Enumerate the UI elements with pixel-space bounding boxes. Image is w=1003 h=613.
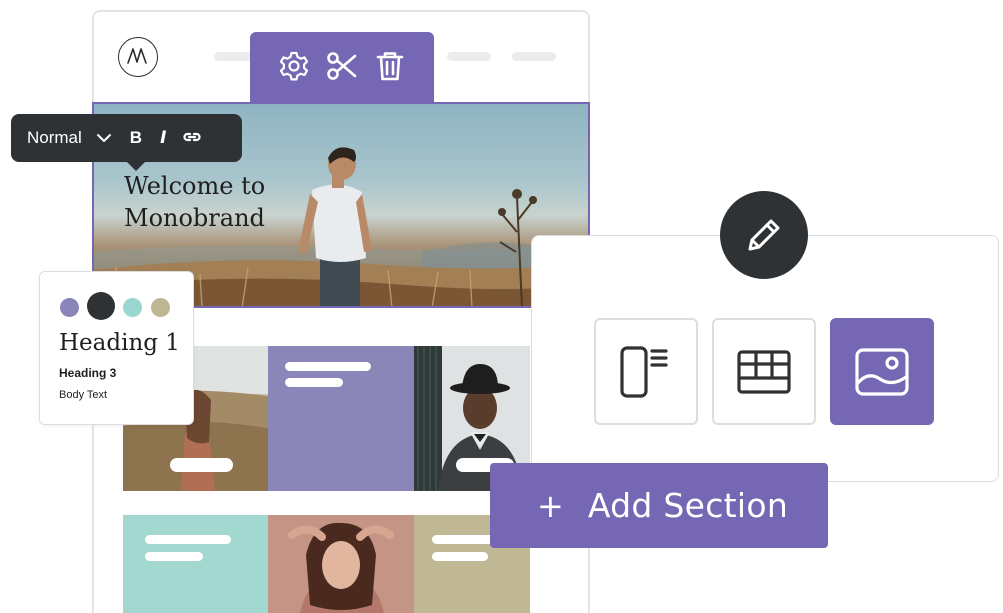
heading-1-sample[interactable]: Heading 1 [59, 330, 180, 356]
color-swatch-mint[interactable] [123, 298, 142, 317]
layout-option-image[interactable] [830, 318, 934, 425]
brand-logo [118, 37, 158, 77]
element-toolbar [250, 32, 434, 103]
text-tile-mint [123, 515, 268, 613]
text-style-value: Normal [27, 128, 82, 147]
add-section-button[interactable]: + Add Section [490, 463, 828, 548]
link-icon [183, 132, 201, 142]
italic-button[interactable]: I [160, 128, 166, 148]
image-layout-icon [855, 347, 909, 396]
color-swatch-purple[interactable] [60, 298, 79, 317]
gear-icon[interactable] [277, 49, 311, 83]
woman-portrait-photo [268, 515, 414, 613]
grid-layout-icon [737, 349, 791, 394]
link-button[interactable] [182, 128, 202, 148]
text-placeholder [145, 535, 231, 544]
text-placeholder [285, 362, 371, 371]
color-swatch-khaki[interactable] [151, 298, 170, 317]
text-placeholder [285, 378, 343, 387]
layout-option-sidebar[interactable] [594, 318, 698, 425]
text-style-select[interactable]: Normal [27, 128, 112, 148]
hero-heading-line1: Welcome to [124, 172, 266, 200]
plus-icon: + [537, 486, 564, 525]
text-format-toolbar: Normal B I [11, 114, 242, 171]
hero-heading[interactable]: Welcome to Monobrand [124, 170, 294, 234]
color-swatch-dark[interactable] [87, 292, 115, 320]
monogram-icon [127, 48, 147, 64]
pencil-icon [748, 219, 780, 251]
bold-button[interactable]: B [130, 128, 142, 148]
layout-option-grid[interactable] [712, 318, 816, 425]
text-tile-purple [268, 346, 414, 491]
tile-button[interactable] [170, 458, 233, 472]
body-text-sample[interactable]: Body Text [59, 389, 107, 401]
tile-background [123, 515, 268, 613]
typography-style-card: Heading 1 Heading 3 Body Text [39, 271, 194, 425]
chevron-down-icon [96, 134, 111, 142]
nav-link-3[interactable] [512, 52, 556, 61]
text-placeholder [145, 552, 203, 561]
hero-heading-line2: Monobrand [124, 204, 265, 232]
image-tile-woman-portrait[interactable] [268, 515, 414, 613]
trash-icon[interactable] [373, 49, 407, 83]
scissors-icon[interactable] [325, 49, 359, 83]
text-placeholder [432, 552, 488, 561]
edit-button[interactable] [720, 191, 808, 279]
sidebar-layout-icon [620, 345, 668, 398]
add-section-label: Add Section [587, 486, 789, 525]
nav-link-2[interactable] [447, 52, 491, 61]
heading-3-sample[interactable]: Heading 3 [59, 366, 116, 380]
